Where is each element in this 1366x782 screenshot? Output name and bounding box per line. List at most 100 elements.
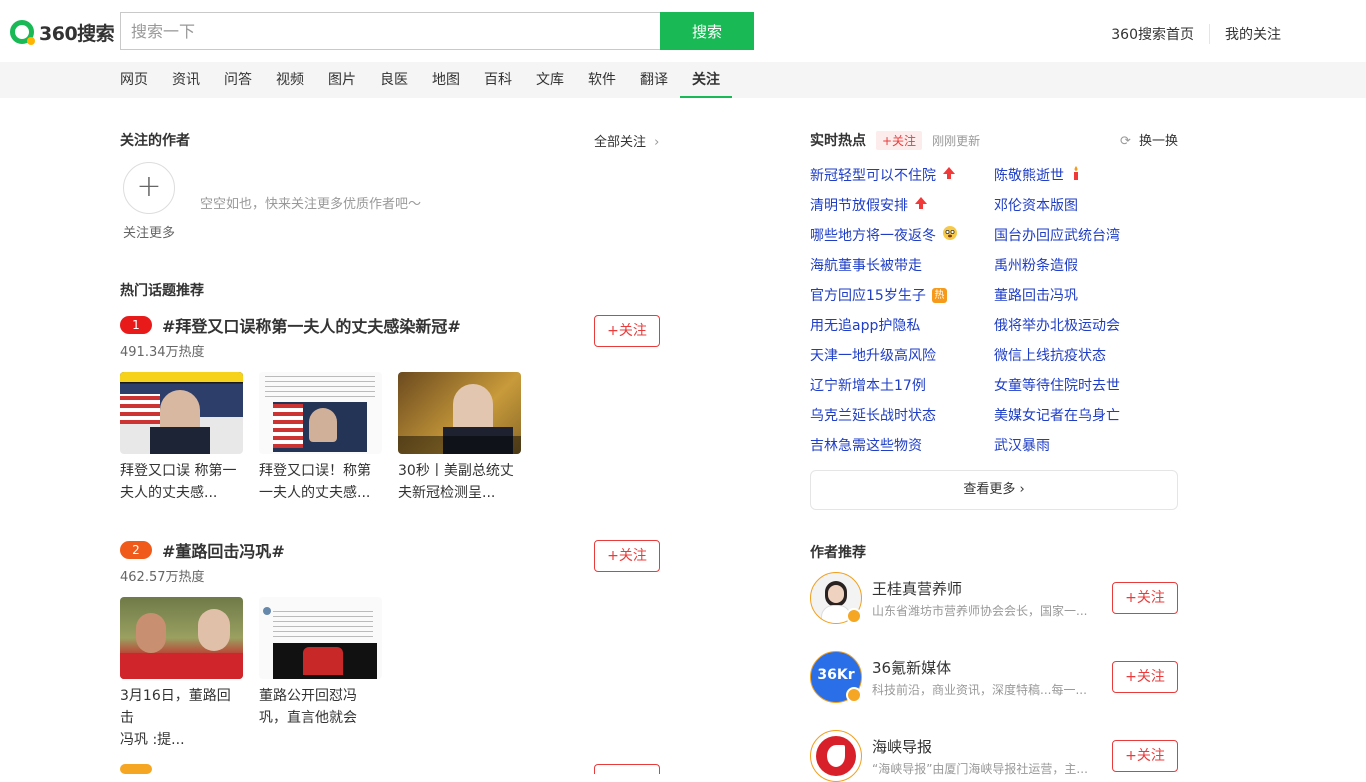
news-card[interactable]: 拜登又口误 称第一 夫人的丈夫感... xyxy=(120,372,243,504)
my-follow-link[interactable]: 我的关注 xyxy=(1209,24,1296,44)
author-name[interactable]: 王桂真营养师 xyxy=(872,578,962,599)
hot-item[interactable]: 乌克兰延长战时状态 xyxy=(810,405,994,425)
avatar[interactable] xyxy=(810,730,862,782)
topic-head: 1 #拜登又口误称第一夫人的丈夫感染新冠# xyxy=(120,313,660,337)
news-card[interactable]: 30秒丨美副总统丈 夫新冠检测呈... xyxy=(398,372,521,504)
hot-item[interactable]: 新冠轻型可以不住院 xyxy=(810,165,994,185)
hot-item-text: 邓伦资本版图 xyxy=(994,198,1078,214)
hot-item[interactable]: 官方回应15岁生子热 xyxy=(810,285,994,305)
author-item[interactable]: 海峡导报 “海峡导报”由厦门海峡导报社运营，主... +关注 xyxy=(810,730,1178,782)
add-author-button[interactable]: + xyxy=(123,162,175,214)
topic-cards: 3月16日，董路回击 冯巩 :提... 董路公开回怼冯 巩，直言他就会 xyxy=(120,597,660,751)
hot-item[interactable]: 俄将举办北极运动会 xyxy=(994,315,1178,335)
news-card[interactable]: 3月16日，董路回击 冯巩 :提... xyxy=(120,597,243,751)
all-follow-link[interactable]: 全部关注 › xyxy=(594,131,659,150)
topic-heat: 491.34万热度 xyxy=(120,345,205,360)
tab-translate[interactable]: 翻译 xyxy=(628,62,680,98)
view-more-label: 查看更多 xyxy=(963,482,1016,497)
hot-item[interactable]: 微信上线抗疫状态 xyxy=(994,345,1178,365)
hot-item[interactable]: 董路回击冯巩 xyxy=(994,285,1178,305)
hot-item[interactable]: 辽宁新增本土17例 xyxy=(810,375,994,395)
view-more-button[interactable]: 查看更多 › xyxy=(810,470,1178,510)
news-title: 3月16日，董路回击 冯巩 :提... xyxy=(120,688,231,748)
emoji-icon xyxy=(942,225,958,245)
author-follow-button[interactable]: +关注 xyxy=(1112,661,1178,693)
tab-map[interactable]: 地图 xyxy=(420,62,472,98)
hot-icon: 热 xyxy=(931,287,947,303)
hot-row: 用无追app护隐私 俄将举办北极运动会 xyxy=(810,310,1178,340)
news-thumbnail xyxy=(259,372,382,454)
logo-icon xyxy=(10,20,35,45)
tab-images[interactable]: 图片 xyxy=(316,62,368,98)
author-name[interactable]: 36氪新媒体 xyxy=(872,657,951,678)
search-input[interactable] xyxy=(121,13,661,49)
tab-baike[interactable]: 百科 xyxy=(472,62,524,98)
rank-badge: 2 xyxy=(120,541,152,559)
news-card[interactable]: 董路公开回怼冯 巩，直言他就会 xyxy=(259,597,382,751)
hot-item-text: 董路回击冯巩 xyxy=(994,288,1078,304)
search-box xyxy=(120,12,661,50)
topic-follow-button[interactable]: +关注 xyxy=(594,315,660,347)
topic-heat: 462.57万热度 xyxy=(120,570,205,585)
hot-row: 乌克兰延长战时状态 美媒女记者在乌身亡 xyxy=(810,400,1178,430)
author-follow-button[interactable]: +关注 xyxy=(1112,740,1178,772)
realtime-list: 新冠轻型可以不住院 陈敬熊逝世 清明节放假安排 邓伦资本版图哪些地方将一夜返冬 国台办回… xyxy=(810,160,1178,460)
author-item[interactable]: 36Kr 36氪新媒体 科技前沿，商业资讯，深度特稿...每一... +关注 xyxy=(810,651,1178,703)
author-item[interactable]: 王桂真营养师 山东省潍坊市营养师协会会长，国家一... +关注 xyxy=(810,572,1178,624)
hot-item[interactable]: 用无追app护隐私 xyxy=(810,315,994,335)
tab-follow[interactable]: 关注 xyxy=(680,62,732,98)
hot-item[interactable]: 吉林急需这些物资 xyxy=(810,435,994,455)
tab-web[interactable]: 网页 xyxy=(108,62,160,98)
topic-item-partial xyxy=(120,764,152,774)
home-link[interactable]: 360搜索首页 xyxy=(1096,24,1209,44)
hot-item[interactable]: 海航董事长被带走 xyxy=(810,255,994,275)
hot-row: 官方回应15岁生子热董路回击冯巩 xyxy=(810,280,1178,310)
up-arrow-icon xyxy=(942,166,956,184)
author-desc: 科技前沿，商业资讯，深度特稿...每一... xyxy=(872,683,1087,697)
tab-wenku[interactable]: 文库 xyxy=(524,62,576,98)
hot-item-text: 官方回应15岁生子 xyxy=(810,288,926,304)
hot-item[interactable]: 女童等待住院时去世 xyxy=(994,375,1178,395)
logo[interactable]: 360搜索 xyxy=(10,18,115,46)
tab-doctor[interactable]: 良医 xyxy=(368,62,420,98)
top-links: 360搜索首页 我的关注 xyxy=(1096,24,1296,44)
realtime-header: 实时热点 +关注 刚刚更新 xyxy=(810,130,980,150)
tab-video[interactable]: 视频 xyxy=(264,62,316,98)
header: 360搜索 搜索 360搜索首页 我的关注 xyxy=(0,0,1366,62)
hot-row: 辽宁新增本土17例 女童等待住院时去世 xyxy=(810,370,1178,400)
hot-item-text: 哪些地方将一夜返冬 xyxy=(810,228,936,244)
verified-badge-icon xyxy=(846,687,862,703)
realtime-follow-tag[interactable]: +关注 xyxy=(876,130,923,150)
author-name[interactable]: 海峡导报 xyxy=(872,736,932,757)
follow-more-label[interactable]: 关注更多 xyxy=(123,222,175,241)
author-follow-button[interactable]: +关注 xyxy=(1112,582,1178,614)
tab-news[interactable]: 资讯 xyxy=(160,62,212,98)
hot-item-text: 俄将举办北极运动会 xyxy=(994,318,1120,334)
hot-item[interactable]: 武汉暴雨 xyxy=(994,435,1178,455)
news-thumbnail xyxy=(120,372,243,454)
hot-item[interactable]: 天津一地升级高风险 xyxy=(810,345,994,365)
topic-title[interactable]: #拜登又口误称第一夫人的丈夫感染新冠# xyxy=(162,313,461,337)
hot-item-text: 美媒女记者在乌身亡 xyxy=(994,408,1120,424)
news-card[interactable]: 拜登又口误！称第 一夫人的丈夫感... xyxy=(259,372,382,504)
hot-item[interactable]: 清明节放假安排 xyxy=(810,195,994,215)
hot-item[interactable]: 陈敬熊逝世 xyxy=(994,165,1178,185)
hot-item[interactable]: 邓伦资本版图 xyxy=(994,195,1178,215)
search-button[interactable]: 搜索 xyxy=(660,12,754,50)
topic-follow-button[interactable]: +关注 xyxy=(594,540,660,572)
hot-item[interactable]: 美媒女记者在乌身亡 xyxy=(994,405,1178,425)
hot-item[interactable]: 国台办回应武统台湾 xyxy=(994,225,1178,245)
tab-software[interactable]: 软件 xyxy=(576,62,628,98)
hot-item[interactable]: 禹州粉条造假 xyxy=(994,255,1178,275)
topic-follow-button-partial[interactable] xyxy=(594,764,660,774)
topic-title[interactable]: #董路回击冯巩# xyxy=(162,538,285,562)
news-thumbnail xyxy=(259,597,382,679)
tab-qa[interactable]: 问答 xyxy=(212,62,264,98)
navbar: 网页 资讯 问答 视频 图片 良医 地图 百科 文库 软件 翻译 关注 xyxy=(0,62,1366,98)
hot-topics-title: 热门话题推荐 xyxy=(120,283,204,299)
hot-item[interactable]: 哪些地方将一夜返冬 xyxy=(810,225,994,245)
hot-item-text: 乌克兰延长战时状态 xyxy=(810,408,936,424)
refresh-button[interactable]: ⟳ 换一换 xyxy=(1120,130,1178,149)
hot-row: 海航董事长被带走 禹州粉条造假 xyxy=(810,250,1178,280)
followed-authors-title: 关注的作者 xyxy=(120,133,190,149)
